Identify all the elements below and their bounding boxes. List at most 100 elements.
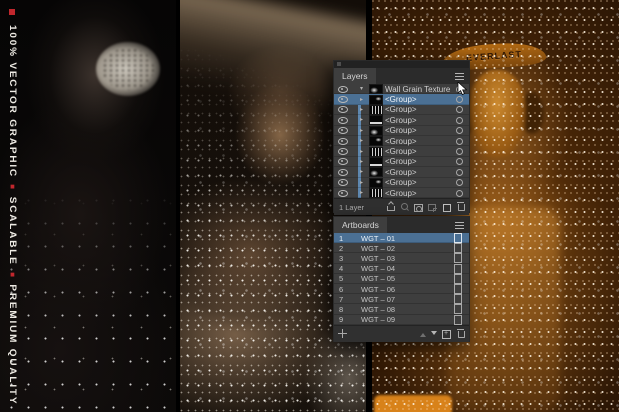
layers-footer-icons: [386, 202, 465, 212]
create-new-sublayer-icon[interactable]: [428, 202, 437, 212]
visibility-eye-icon[interactable]: [338, 96, 348, 103]
group-row[interactable]: ▸<Group>: [334, 157, 469, 167]
layer-name: <Group>: [385, 95, 453, 104]
new-artboard-icon[interactable]: [442, 329, 451, 339]
layer-thumbnail: [370, 116, 382, 124]
group-row[interactable]: ▸ <Group>: [334, 146, 469, 156]
panel-menu-icon[interactable]: [455, 225, 464, 226]
visibility-eye-icon[interactable]: [338, 86, 348, 93]
group-row[interactable]: ▸ <Group>: [334, 94, 469, 104]
target-circle-icon[interactable]: [456, 138, 463, 145]
tab-layers[interactable]: Layers: [334, 68, 376, 84]
layer-thumbnail: [370, 106, 382, 114]
panel-drag-bar[interactable]: [334, 61, 469, 68]
artboard-row[interactable]: 8WGT – 08: [334, 304, 469, 314]
group-row[interactable]: ▸<Group>: [334, 136, 469, 146]
target-circle-icon[interactable]: [456, 106, 463, 113]
collect-for-export-icon[interactable]: [386, 202, 395, 212]
artboard-page-icon[interactable]: [454, 294, 462, 304]
layer-thumbnail: [370, 168, 382, 176]
visibility-eye-icon[interactable]: [338, 158, 348, 165]
watermark-phrase: SCALABLE: [7, 197, 18, 266]
group-row[interactable]: ▸<Group>: [334, 105, 469, 115]
target-circle-icon[interactable]: [456, 96, 463, 103]
group-row[interactable]: ▸<Group>: [334, 188, 469, 198]
artboard-row[interactable]: 6WGT – 06: [334, 284, 469, 294]
visibility-eye-icon[interactable]: [338, 190, 348, 197]
create-new-layer-icon[interactable]: [442, 202, 451, 212]
target-circle-icon[interactable]: [456, 148, 463, 155]
target-circle-icon[interactable]: [456, 158, 463, 165]
artboard-page-icon[interactable]: [454, 253, 462, 263]
expand-arrow-icon[interactable]: ▸: [360, 107, 367, 113]
artboard-row[interactable]: 2WGT – 02: [334, 243, 469, 253]
group-row[interactable]: ▸<Group>: [334, 178, 469, 188]
artboard-name: WGT – 03: [361, 254, 454, 263]
artboards-rows: 1WGT – 012WGT – 023WGT – 034WGT – 045WGT…: [334, 233, 469, 325]
artboard-row[interactable]: 7WGT – 07: [334, 294, 469, 304]
tab-artboards[interactable]: Artboards: [334, 217, 387, 233]
layers-tabbar: Layers: [334, 68, 469, 84]
expand-arrow-icon[interactable]: ▸: [360, 180, 367, 186]
visibility-eye-icon[interactable]: [338, 127, 348, 134]
panel-collapse-icon[interactable]: [337, 62, 341, 66]
artboard-page-icon[interactable]: [454, 274, 462, 284]
visibility-eye-icon[interactable]: [338, 138, 348, 145]
collapse-arrow-icon[interactable]: ▾: [360, 86, 367, 92]
target-circle-icon[interactable]: [456, 127, 463, 134]
locate-object-icon[interactable]: [400, 202, 409, 212]
watermark-square: ■: [8, 182, 17, 193]
make-clipping-mask-icon[interactable]: [414, 202, 423, 212]
artboard-page-icon[interactable]: [454, 264, 462, 274]
visibility-eye-icon[interactable]: [338, 117, 348, 124]
group-row[interactable]: ▸<Group>: [334, 126, 469, 136]
artboard-page-icon[interactable]: [454, 243, 462, 253]
expand-arrow-icon[interactable]: ▸: [360, 128, 367, 134]
expand-arrow-icon[interactable]: ▸: [360, 149, 367, 155]
target-circle-icon[interactable]: [456, 190, 463, 197]
expand-arrow-icon[interactable]: ▸: [360, 169, 367, 175]
artboard-row[interactable]: 5WGT – 05: [334, 274, 469, 284]
group-row[interactable]: ▸ <Group>: [334, 115, 469, 125]
group-row[interactable]: ▸<Group>: [334, 167, 469, 177]
layer-thumbnail: [370, 179, 382, 187]
target-circle-icon[interactable]: [456, 169, 463, 176]
artboard-row[interactable]: 9WGT – 09: [334, 315, 469, 325]
visibility-eye-icon[interactable]: [338, 169, 348, 176]
artboard-page-icon[interactable]: [454, 284, 462, 294]
artboard-row[interactable]: 3WGT – 03: [334, 253, 469, 263]
layer-name: <Group>: [385, 147, 453, 156]
expand-arrow-icon[interactable]: ▸: [360, 97, 367, 103]
delete-selection-icon[interactable]: [456, 202, 465, 212]
mouse-cursor: [457, 82, 469, 96]
artboard-page-icon[interactable]: [454, 304, 462, 314]
layer-row[interactable]: ▾Wall Grain Texture: [334, 84, 469, 94]
layer-name: <Group>: [385, 116, 453, 125]
move-down-icon[interactable]: [431, 331, 437, 338]
boxer-face: [468, 70, 526, 158]
expand-arrow-icon[interactable]: ▸: [360, 190, 367, 196]
layer-thumbnail: [370, 189, 382, 197]
rearrange-artboards-icon[interactable]: [338, 329, 347, 339]
visibility-eye-icon[interactable]: [338, 106, 348, 113]
artboard-page-icon[interactable]: [454, 233, 462, 243]
expand-arrow-icon[interactable]: ▸: [360, 138, 367, 144]
artboard-row[interactable]: 1WGT – 01: [334, 233, 469, 243]
artboard-page-icon[interactable]: [454, 315, 462, 325]
panel-menu-icon[interactable]: [455, 76, 464, 77]
target-circle-icon[interactable]: [456, 117, 463, 124]
headgear-brand-text: EVERLAST: [466, 49, 523, 63]
target-circle-icon[interactable]: [456, 179, 463, 186]
expand-arrow-icon[interactable]: ▸: [360, 117, 367, 123]
artboard-row[interactable]: 4WGT – 04: [334, 264, 469, 274]
artboard-name: WGT – 05: [361, 274, 454, 283]
glove-highlight: [374, 395, 452, 412]
artboard-number: 6: [339, 285, 361, 294]
move-up-icon[interactable]: [420, 330, 426, 337]
artboard-name: WGT – 02: [361, 244, 454, 253]
visibility-eye-icon[interactable]: [338, 179, 348, 186]
visibility-eye-icon[interactable]: [338, 148, 348, 155]
expand-arrow-icon[interactable]: ▸: [360, 159, 367, 165]
delete-artboard-icon[interactable]: [456, 329, 465, 339]
layers-rows: ▾Wall Grain Texture ▸ <Group> ▸ <Group> ▸ <Gro…: [334, 84, 469, 198]
